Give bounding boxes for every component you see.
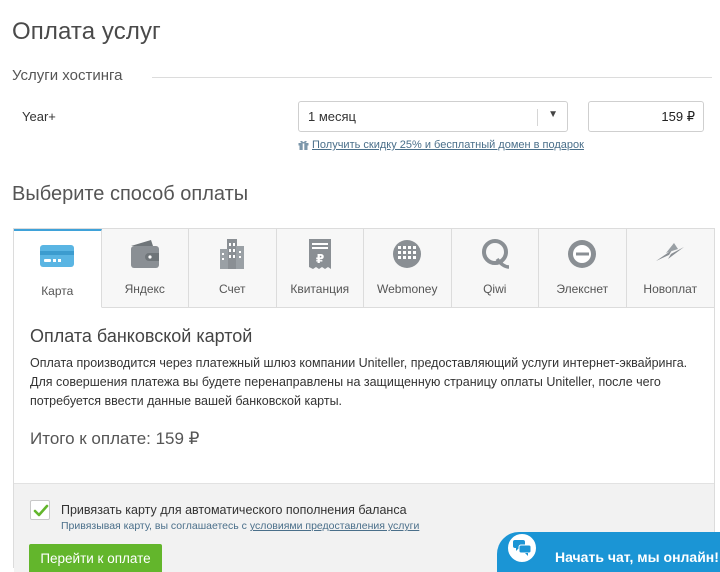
- tab-invoice[interactable]: Счет: [189, 229, 277, 308]
- checkmark-icon: [33, 504, 49, 517]
- period-select[interactable]: 1 месяц ▼: [298, 101, 568, 132]
- price-field: 159 ₽: [588, 101, 704, 132]
- total-amount: Итого к оплате: 159 ₽: [30, 429, 200, 448]
- credit-card-icon: [40, 245, 75, 267]
- page-title: Оплата услуг: [12, 18, 161, 45]
- tab-eleksnet[interactable]: Элекснет: [539, 229, 627, 308]
- eleksnet-icon: [568, 240, 597, 268]
- tab-qiwi-label: Qiwi: [483, 282, 507, 296]
- period-select-value: 1 месяц: [308, 109, 356, 124]
- terms-link[interactable]: условиями предоставления услуги: [250, 520, 420, 532]
- qiwi-icon: [481, 239, 509, 269]
- payment-method-tabs: Карта Яндекс Счет ₽ Квитанция Webmoney Q…: [14, 229, 714, 308]
- gift-icon: [298, 140, 309, 150]
- card-payment-description: Оплата производится через платежный шлюз…: [30, 356, 688, 408]
- bind-card-note: Привязывая карту, вы соглашаетесь с усло…: [61, 520, 419, 532]
- service-name: Year+: [22, 109, 56, 124]
- tab-eleksnet-label: Элекснет: [556, 282, 609, 296]
- payment-panel: Карта Яндекс Счет ₽ Квитанция Webmoney Q…: [13, 228, 715, 572]
- chat-bubble: [506, 532, 538, 564]
- hosting-section-label: Услуги хостинга: [12, 67, 135, 84]
- tab-receipt[interactable]: ₽ Квитанция: [276, 229, 364, 308]
- bind-card-label: Привязать карту для автоматического попо…: [61, 503, 407, 517]
- receipt-icon: ₽: [308, 239, 331, 269]
- section-divider: [152, 77, 712, 78]
- building-icon: [220, 239, 245, 269]
- tab-webmoney-label: Webmoney: [377, 282, 438, 296]
- tab-novoplat[interactable]: Новоплат: [626, 229, 714, 308]
- bind-note-prefix: Привязывая карту, вы соглашаетесь с: [61, 520, 250, 532]
- discount-link[interactable]: Получить скидку 25% и бесплатный домен в…: [312, 139, 584, 151]
- tab-novoplat-label: Новоплат: [643, 282, 698, 296]
- novoplat-icon: [656, 243, 685, 261]
- tab-card-label: Карта: [41, 284, 74, 298]
- tab-yandex[interactable]: Яндекс: [101, 229, 189, 308]
- proceed-to-payment-button[interactable]: Перейти к оплате: [29, 544, 162, 572]
- tab-qiwi[interactable]: Qiwi: [451, 229, 539, 308]
- tab-receipt-label: Квитанция: [290, 282, 350, 296]
- chat-label: Начать чат, мы онлайн!: [555, 549, 719, 565]
- tab-yandex-label: Яндекс: [124, 282, 165, 296]
- svg-text:₽: ₽: [316, 252, 324, 266]
- chevron-down-icon: ▼: [548, 109, 558, 120]
- tab-invoice-label: Счет: [218, 282, 246, 296]
- payment-method-title: Выберите способ оплаты: [12, 183, 249, 205]
- bind-card-checkbox[interactable]: [30, 500, 50, 520]
- card-payment-title: Оплата банковской картой: [30, 326, 253, 346]
- tab-card[interactable]: Карта: [14, 229, 102, 308]
- webmoney-icon: [393, 240, 422, 268]
- chat-widget[interactable]: Начать чат, мы онлайн!: [497, 532, 720, 572]
- discount-offer: Получить скидку 25% и бесплатный домен в…: [298, 139, 584, 151]
- hosting-section-header: Услуги хостинга: [12, 67, 712, 87]
- select-divider: [537, 109, 538, 126]
- wallet-icon: [130, 240, 159, 268]
- tab-webmoney[interactable]: Webmoney: [364, 229, 452, 308]
- chat-bubble-icon: [513, 540, 531, 556]
